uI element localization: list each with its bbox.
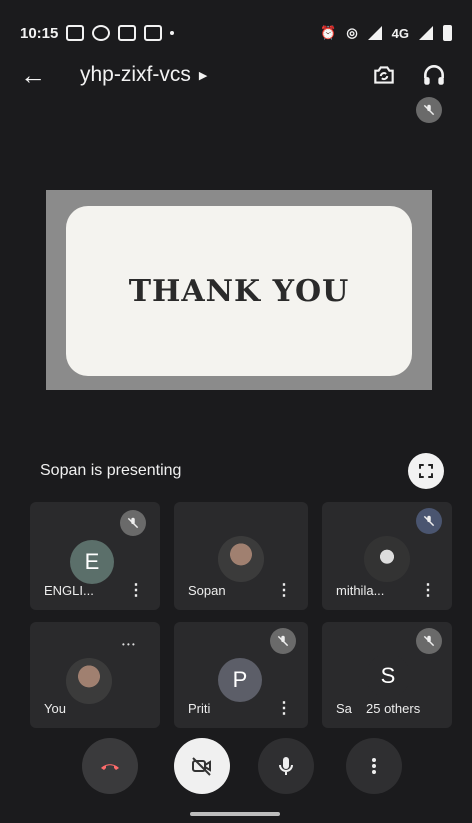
others-tile[interactable]: S Sa 25 others [322, 622, 452, 728]
signal-icon [367, 26, 382, 40]
meeting-code[interactable]: yhp-zixf-vcs [80, 63, 191, 87]
participant-tile[interactable]: E ENGLI... ⋮ [30, 502, 160, 610]
more-notifications-icon [170, 31, 175, 35]
participant-name: ENGLI... [44, 583, 94, 598]
audio-level-icon: • • • [122, 640, 135, 649]
mic-off-icon [120, 510, 146, 536]
participant-tile[interactable]: mithila... ⋮ [322, 502, 452, 610]
mic-off-icon [270, 628, 296, 654]
switch-camera-icon[interactable] [366, 57, 402, 93]
more-icon[interactable]: ⋮ [276, 698, 292, 718]
presentation-slide: THANK YOU [66, 206, 412, 376]
avatar [66, 658, 112, 704]
participant-name: You [44, 701, 66, 716]
avatar: P [218, 658, 262, 702]
participant-name: Priti [188, 701, 211, 716]
fullscreen-icon[interactable] [408, 453, 444, 489]
slide-title: THANK YOU [128, 273, 350, 309]
avatar [364, 536, 410, 582]
others-count: 25 others [366, 701, 421, 716]
participant-tile[interactable]: Sopan ⋮ [174, 502, 308, 610]
more-options-button[interactable] [346, 738, 402, 794]
more-icon[interactable]: ⋮ [128, 580, 144, 600]
more-icon[interactable]: ⋮ [420, 580, 436, 600]
meeting-info-arrow-icon[interactable]: ▶ [199, 69, 207, 82]
participant-tile[interactable]: • • • You [30, 622, 160, 728]
alarm-icon: ⏰ [320, 25, 337, 40]
top-bar: ← yhp-zixf-vcs ▶ [20, 55, 452, 95]
mic-button[interactable] [258, 738, 314, 794]
mic-off-icon [416, 628, 442, 654]
status-time: 10:15 [20, 24, 59, 42]
video-notification-icon [144, 25, 163, 41]
network-type: 4G [391, 25, 409, 41]
whatsapp-icon [92, 25, 111, 41]
mic-off-icon [416, 508, 442, 534]
meet-screen: 10:15 ⏰ ◎ 4G ← yhp-zixf-vcs ▶ THANK YOU … [0, 0, 472, 823]
avatar [218, 536, 264, 582]
signal-icon-2 [419, 26, 433, 40]
participant-name: Sopan [188, 583, 226, 598]
notes-icon [118, 25, 137, 41]
end-call-button[interactable] [82, 738, 138, 794]
cast-icon [66, 25, 85, 41]
shared-screen[interactable]: THANK YOU [46, 190, 432, 390]
participant-name: Sa [336, 701, 352, 716]
status-bar: 10:15 ⏰ ◎ 4G [20, 18, 452, 48]
home-indicator[interactable] [190, 812, 280, 816]
presenter-label: Sopan is presenting [40, 462, 182, 479]
back-icon[interactable]: ← [20, 60, 60, 91]
call-controls [0, 738, 472, 798]
avatar: S [366, 654, 410, 698]
participant-name: mithila... [336, 583, 385, 598]
headphones-icon[interactable] [416, 57, 452, 93]
camera-off-button[interactable] [174, 738, 230, 794]
presenter-mic-off-icon [416, 97, 442, 123]
participant-tile[interactable]: P Priti ⋮ [174, 622, 308, 728]
more-icon[interactable]: ⋮ [276, 580, 292, 600]
battery-icon [443, 25, 452, 41]
avatar: E [70, 540, 114, 584]
hotspot-icon: ◎ [346, 25, 358, 40]
